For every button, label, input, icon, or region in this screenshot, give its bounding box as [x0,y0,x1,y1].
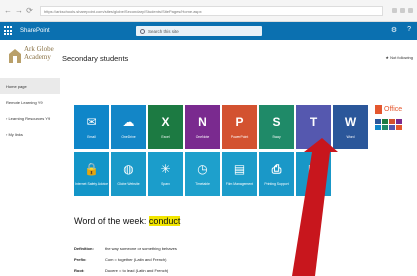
tile-label: Excel [161,135,170,139]
root-key: Root: [74,268,85,273]
sway-icon: S [272,115,281,129]
office-app-icon[interactable] [396,125,402,130]
back-icon[interactable]: ← [4,7,12,15]
lock-icon: 🔒 [84,162,99,176]
tile-label: Timetable [195,182,210,186]
excel-icon: X [161,115,170,129]
app-name[interactable]: SharePoint [20,28,50,34]
office-app-icon[interactable] [389,125,395,130]
cloud-icon: ☁ [122,115,135,129]
office-app-icon[interactable] [375,125,381,130]
tile-label: Printing Support [264,182,289,186]
office-app-icon[interactable] [389,119,395,124]
extension-icon[interactable] [392,8,397,13]
tile-film-management[interactable]: ▤ Film Management [222,152,257,196]
teams-icon: T [309,115,318,129]
help-icon[interactable]: ? [407,26,411,34]
url-input[interactable]: https://arkschools.sharepoint.com/sites/… [40,5,383,16]
tile-label: Word [346,135,355,139]
nav-item-remote-learning[interactable]: Remote Learning Y9 [0,94,60,110]
suite-bar: SharePoint Search this site ⚙ ? [0,22,417,40]
clock-icon: ◷ [197,162,208,176]
office-app-icon[interactable] [375,119,381,124]
nav-item-home[interactable]: Home page [0,78,60,94]
definition-row: Definition: the way someone or something… [74,243,177,254]
nav-item-my-links[interactable]: › My links [0,126,60,142]
word-of-week-heading: Word of the week: conduct [74,216,181,226]
globe-icon: ◍ [123,162,134,176]
search-icon [140,28,145,34]
office-app-icon[interactable] [382,119,388,124]
tile-label: Film Management [225,182,254,186]
tile-label: Globe Website [117,182,140,186]
tile-teams[interactable]: T [296,105,331,149]
reload-icon[interactable]: ⟳ [26,7,33,15]
browser-address-bar: ← → ⟳ https://arkschools.sharepoint.com/… [0,0,417,22]
tile-word[interactable]: W Word [333,105,368,149]
tile-powerpoint[interactable]: P PowerPoint [222,105,257,149]
printer-icon: ⎙ [271,161,282,176]
search-placeholder: Search this site [148,28,179,34]
document-icon: ▦ [307,162,320,176]
tile-label: PowerPoint [230,135,249,139]
office-icon [375,105,382,114]
app-launcher-icon[interactable] [4,26,14,36]
onenote-icon: N [198,115,207,129]
tile-sparx[interactable]: ✳ Sparx [148,152,183,196]
prefix-key: Prefix: [74,257,87,262]
tile-label: Email [87,135,96,139]
site-search-box[interactable]: Search this site [136,26,262,36]
office-app-icon[interactable] [396,119,402,124]
word-icon: W [344,115,357,129]
follow-button[interactable]: ★ Not following [385,55,413,60]
tile-email[interactable]: ✉ Email [74,105,109,149]
logo-line-2: Academy [24,53,51,61]
tile-sway[interactable]: S Sway [259,105,294,149]
tile-label: Sway [272,135,281,139]
sparkle-icon: ✳ [160,162,171,176]
tile-document[interactable]: ▦ [296,152,331,196]
page-title: Secondary students [62,54,129,63]
word-of-week-word: conduct [148,216,181,226]
tile-internet-safety-advice[interactable]: 🔒 Internet Safety Advice [74,152,109,196]
site-header: Ark Globe Academy Secondary students ★ N… [0,40,417,78]
extension-icon[interactable] [400,8,405,13]
tile-onedrive[interactable]: ☁ OneDrive [111,105,146,149]
word-of-week-label: Word of the week: [74,216,149,226]
tile-label: OneNote [195,135,210,139]
academy-logo-icon [9,49,21,63]
left-navigation: Home page Remote Learning Y9 › Learning … [0,78,60,276]
office-app-icons [375,119,402,130]
prefix-row: Prefix: Com = together (Latin and French… [74,254,177,265]
tile-label: Internet Safety Advice [75,182,108,186]
tile-onenote[interactable]: N OneNote [185,105,220,149]
forward-icon[interactable]: → [15,7,23,15]
tile-label: OneDrive [121,135,136,139]
tile-globe-website[interactable]: ◍ Globe Website [111,152,146,196]
extension-icons [387,8,417,13]
menu-icon[interactable] [408,8,413,13]
nav-item-learning-resources[interactable]: › Learning Resources Y9 [0,110,60,126]
powerpoint-icon: P [235,115,244,129]
tile-timetable[interactable]: ◷ Timetable [185,152,220,196]
settings-icon[interactable]: ⚙ [391,26,397,34]
tile-excel[interactable]: X Excel [148,105,183,149]
definition-value: the way someone or something behaves [105,246,177,251]
academy-logo-text[interactable]: Ark Globe Academy [24,45,54,61]
root-row: Root: Ducere = to lead (Latin and French… [74,265,177,276]
office-app-icon[interactable] [382,125,388,130]
prefix-value: Com = together (Latin and French) [105,257,167,262]
tile-printing-support[interactable]: ⎙ Printing Support [259,152,294,196]
film-icon: ▤ [233,162,246,176]
suite-actions: ⚙ ? [391,26,411,34]
office-logo[interactable]: Office [375,105,402,114]
office-label: Office [384,106,403,113]
mail-icon: ✉ [86,115,97,129]
tile-label: Sparx [161,182,170,186]
logo-line-1: Ark Globe [24,45,54,53]
word-definitions: Definition: the way someone or something… [74,243,177,276]
definition-key: Definition: [74,246,94,251]
root-value: Ducere = to lead (Latin and French) [105,268,169,273]
